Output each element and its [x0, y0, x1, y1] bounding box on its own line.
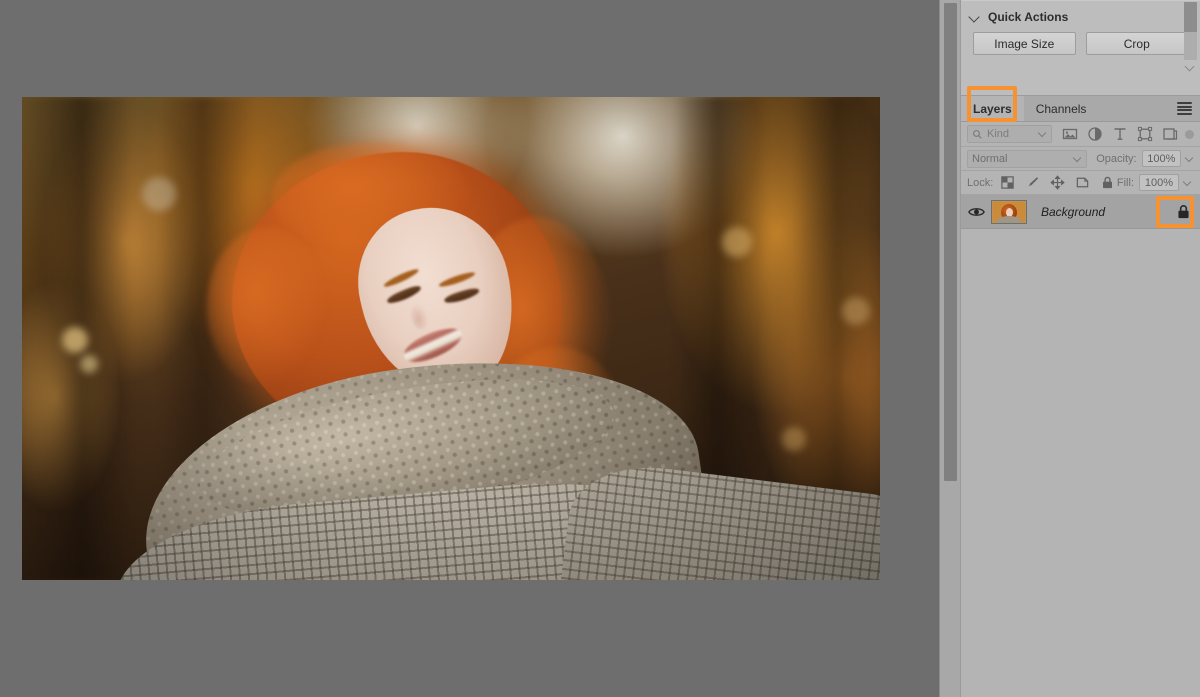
tab-layers[interactable]: Layers [961, 96, 1024, 121]
layer-list: Background [961, 195, 1200, 229]
lock-row: Lock: Fill: 100% [961, 171, 1200, 195]
search-icon [973, 129, 982, 139]
image-size-button[interactable]: Image Size [973, 32, 1076, 55]
pixel-layer-filter-icon[interactable] [1062, 126, 1078, 142]
layers-panel: Layers Channels Kind Normal Opacity: 100… [961, 86, 1200, 697]
opacity-label: Opacity: [1096, 152, 1137, 165]
chevron-down-icon[interactable] [1074, 155, 1082, 163]
panel-dock: Quick Actions Image Size Crop Layers Cha… [960, 0, 1200, 697]
filter-icon-group [1062, 126, 1178, 142]
portrait-photo [22, 97, 880, 580]
crop-button[interactable]: Crop [1085, 32, 1188, 55]
fill-label: Fill: [1116, 176, 1134, 189]
lock-position-icon[interactable] [1050, 175, 1066, 190]
lock-image-pixels-icon[interactable] [1025, 175, 1040, 190]
tab-channels[interactable]: Channels [1024, 96, 1099, 121]
chevron-down-icon[interactable] [1039, 130, 1047, 138]
hamburger-menu-icon[interactable] [1177, 102, 1192, 115]
shape-layer-filter-icon[interactable] [1137, 126, 1153, 142]
lock-transparent-pixels-icon[interactable] [1000, 175, 1015, 190]
layer-thumbnail[interactable] [991, 199, 1027, 224]
quick-actions-panel: Quick Actions Image Size Crop [961, 0, 1200, 96]
quick-actions-scrollbar[interactable] [1184, 2, 1197, 60]
chevron-down-icon[interactable] [1185, 62, 1196, 73]
quick-actions-header[interactable]: Quick Actions [961, 0, 1200, 32]
quick-actions-title: Quick Actions [988, 9, 1069, 24]
fill-input[interactable]: 100% [1139, 174, 1179, 191]
canvas-area[interactable] [0, 0, 939, 697]
document-image[interactable] [22, 97, 880, 580]
opacity-input[interactable]: 100% [1141, 150, 1181, 167]
table-row[interactable]: Background [961, 195, 1200, 229]
filter-kind-label: Kind [987, 128, 1010, 140]
lock-label: Lock: [967, 176, 994, 189]
quick-actions-scrollbar-thumb[interactable] [1184, 2, 1197, 32]
layer-filter-row: Kind [961, 122, 1200, 147]
smart-object-filter-icon[interactable] [1162, 126, 1178, 142]
dock-scrollbar-thumb[interactable] [944, 3, 957, 481]
lock-icon [1177, 204, 1189, 218]
layer-thumbnail-image [992, 200, 1026, 223]
lock-all-icon[interactable] [1100, 175, 1115, 190]
adjustment-layer-filter-icon[interactable] [1087, 126, 1103, 142]
layer-lock-indicator[interactable] [1166, 204, 1200, 220]
chevron-down-icon[interactable] [1186, 155, 1194, 163]
quick-actions-buttons: Image Size Crop [961, 32, 1200, 55]
lock-icon-group [1000, 175, 1115, 190]
filter-toggle[interactable] [1185, 129, 1194, 139]
layer-name[interactable]: Background [1041, 205, 1166, 219]
blend-mode-label: Normal [972, 152, 1008, 165]
layer-visibility-toggle[interactable] [961, 206, 991, 218]
photo-vignette [22, 97, 880, 580]
eye-icon [967, 207, 985, 216]
photoshop-window: Quick Actions Image Size Crop Layers Cha… [0, 0, 1200, 697]
chevron-down-icon[interactable] [1184, 179, 1192, 187]
blend-mode-dropdown[interactable]: Normal [967, 149, 1088, 168]
dock-scrollbar[interactable] [939, 0, 960, 697]
chevron-down-icon[interactable] [969, 11, 981, 23]
panel-tab-bar: Layers Channels [961, 86, 1200, 122]
lock-artboard-nesting-icon[interactable] [1075, 175, 1090, 190]
blend-mode-row: Normal Opacity: 100% [961, 147, 1200, 171]
type-layer-filter-icon[interactable] [1112, 126, 1128, 142]
filter-kind-dropdown[interactable]: Kind [967, 125, 1053, 143]
